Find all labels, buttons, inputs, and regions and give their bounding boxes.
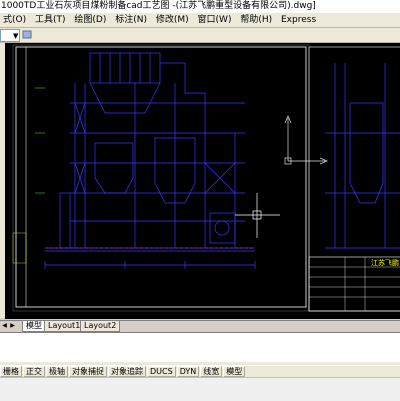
chevron-down-icon: ▼	[13, 32, 19, 40]
layout-tabs: ◀ ▶ 模型 Layout1 Layout2	[0, 320, 400, 332]
status-model[interactable]: 模型	[223, 366, 246, 377]
toolbar-button-icon[interactable]	[22, 30, 32, 39]
cad-drawing: 江苏飞鹏	[5, 43, 400, 319]
drawing-canvas[interactable]: 江苏飞鹏	[5, 43, 400, 319]
menu-help[interactable]: 帮助(H)	[237, 13, 275, 27]
menu-express[interactable]: Express	[278, 13, 319, 27]
status-osnap[interactable]: 对象捕捉	[69, 366, 107, 377]
menu-modify[interactable]: 修改(M)	[153, 13, 192, 27]
menu-window[interactable]: 窗口(W)	[195, 13, 235, 27]
status-lineweight[interactable]: 线宽	[200, 366, 223, 377]
status-ortho[interactable]: 正交	[23, 366, 45, 377]
layer-combo[interactable]: ▼	[0, 29, 20, 42]
tab-last-icon[interactable]: ▶	[9, 322, 16, 330]
status-dyn[interactable]: DYN	[176, 366, 200, 377]
status-bar: 栅格 正交 极轴 对象捕捉 对象追踪 DUCS DYN 线宽 模型	[0, 365, 400, 377]
command-line[interactable]	[0, 332, 400, 363]
status-polar[interactable]: 极轴	[46, 366, 68, 377]
toolbar: ▼	[0, 28, 400, 43]
status-snap-grid[interactable]: 栅格	[0, 366, 22, 377]
menu-dimension[interactable]: 标注(N)	[112, 13, 150, 27]
tab-layout1[interactable]: Layout1	[44, 321, 85, 332]
tab-layout2[interactable]: Layout2	[80, 321, 121, 332]
taskbar-area	[0, 377, 400, 401]
status-otrack[interactable]: 对象追踪	[108, 366, 146, 377]
tab-first-icon[interactable]: ◀	[1, 322, 8, 330]
menu-draw[interactable]: 绘图(D)	[71, 13, 109, 27]
tab-model[interactable]: 模型	[22, 321, 46, 332]
window-title: 1000TD工业石灰项目煤粉制备cad工艺图 -(江苏飞鹏重型设备有限公司).d…	[0, 0, 400, 13]
menu-bar: 式(O) 工具(T) 绘图(D) 标注(N) 修改(M) 窗口(W) 帮助(H)…	[0, 13, 400, 28]
title-block-company: 江苏飞鹏	[371, 258, 399, 267]
status-ducs[interactable]: DUCS	[147, 366, 176, 377]
menu-tools[interactable]: 工具(T)	[32, 13, 69, 27]
menu-format[interactable]: 式(O)	[0, 13, 29, 27]
